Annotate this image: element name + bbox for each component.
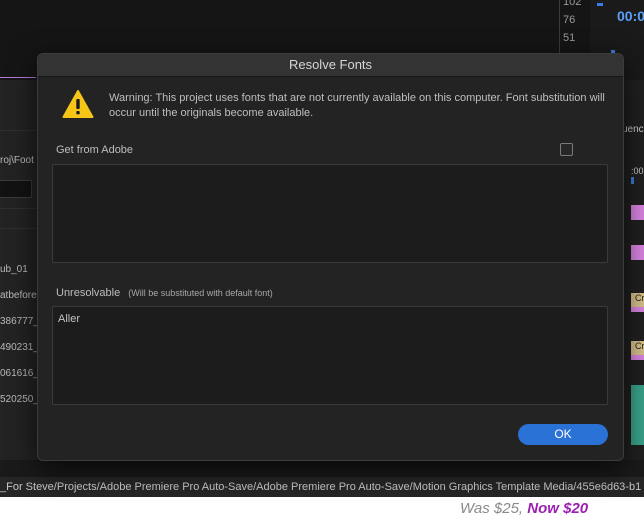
timeline-clip[interactable] [631,205,644,220]
timeline-clip[interactable] [631,307,644,312]
get-from-adobe-checkbox[interactable] [560,143,573,156]
project-path-row[interactable]: roj\Foot [0,155,34,166]
project-search-input[interactable] [0,180,32,198]
tab-sequence[interactable]: uenc [622,124,644,135]
unresolvable-font-list[interactable]: Aller [52,306,608,405]
panel-divider [0,228,37,229]
meter-value: 51 [563,32,576,44]
unresolvable-label: Unresolvable [56,287,121,299]
timeline-clip-label[interactable]: Cr [631,293,644,307]
project-panel: roj\Foot ub_01 atbefore 386777_ 490231_ … [0,80,39,460]
project-item[interactable]: 490231_ [0,342,39,353]
unresolvable-section-label: Unresolvable (Will be substituted with de… [56,287,273,299]
dialog-title: Resolve Fonts [38,54,623,77]
warning-icon [62,90,94,118]
price-text: Was $25, Now $20 [460,500,588,517]
timeline-clip[interactable] [631,245,644,260]
panel-divider [0,208,37,209]
unresolvable-note: (Will be substituted with default font) [128,288,273,298]
project-item[interactable]: atbefore [0,290,37,301]
project-item[interactable]: 520250_ [0,394,39,405]
project-item[interactable]: ub_01 [0,264,28,275]
price-now: Now $20 [527,500,589,517]
timeline-clip-label[interactable]: Cr [631,341,644,355]
meter-value: 102 [563,0,582,8]
list-item[interactable]: Aller [53,307,607,331]
project-item[interactable]: 061616_ [0,368,39,379]
price-was: Was $25, [460,500,524,517]
project-file-path: _For Steve/Projects/Adobe Premiere Pro A… [0,477,644,497]
project-item[interactable]: 386777_ [0,316,39,327]
timeline-ruler-time: :00 [631,166,644,176]
timeline-playhead[interactable] [631,177,634,184]
meter-value: 76 [563,14,576,26]
get-from-adobe-list[interactable] [52,164,608,263]
audio-meter-scale: 102 76 51 [561,0,591,47]
get-from-adobe-label: Get from Adobe [56,144,134,156]
background-purple-line [0,77,36,78]
resolve-fonts-dialog: Resolve Fonts Warning: This project uses… [37,53,624,461]
ok-button[interactable]: OK [518,424,608,445]
status-strip [0,460,644,477]
panel-divider [0,130,37,131]
playhead-marker [597,3,603,6]
background-divider [559,0,560,55]
timecode-display[interactable]: 00:0 [617,8,644,24]
timeline-clip[interactable] [631,355,644,360]
timeline-audio-clip[interactable] [631,385,644,445]
warning-message: Warning: This project uses fonts that ar… [109,92,605,119]
